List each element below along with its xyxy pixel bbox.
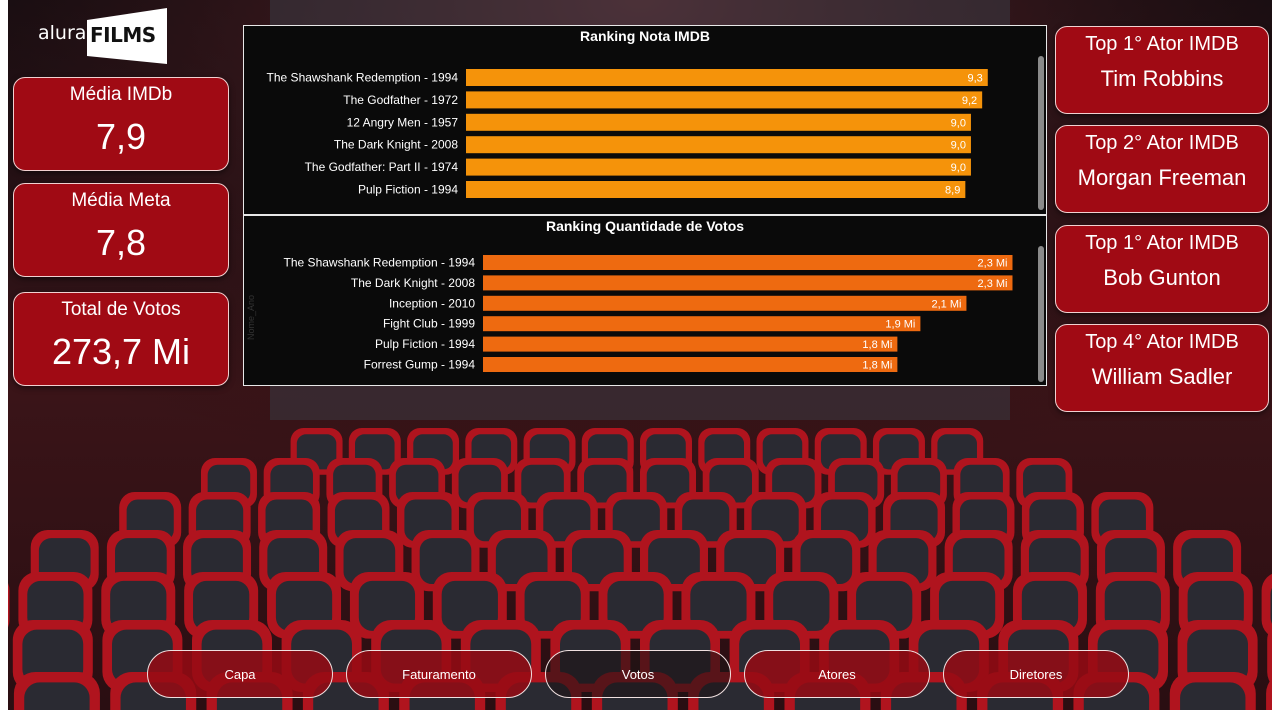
actor-card-1: Top 1° Ator IMDB Tim Robbins [1055,26,1269,114]
category-label: Forrest Gump - 1994 [364,358,476,372]
category-label: The Godfather - 1972 [343,93,458,107]
actor-rank-label: Top 1° Ator IMDB [1085,33,1239,55]
bar[interactable] [466,69,988,86]
category-label: 12 Angry Men - 1957 [347,115,459,129]
data-label: 2,3 Mi [978,258,1008,270]
actor-name: Tim Robbins [1100,66,1224,91]
logo-name: FILMS [90,23,156,47]
logo-prefix: alura [38,22,87,44]
bar[interactable] [466,181,966,198]
bar[interactable] [466,136,971,154]
data-label: 1,8 Mi [862,360,892,372]
kpi-label: Média Meta [71,190,171,211]
actor-rank-label: Top 1° Ator IMDB [1085,232,1239,254]
data-label: 9,0 [951,140,966,152]
data-label: 9,2 [962,95,977,107]
actor-card-2: Top 2° Ator IMDB Morgan Freeman [1055,125,1269,213]
dashboard-canvas: alura FILMS Média IMDb 7,9 Média Meta 7,… [8,0,1272,710]
kpi-label: Total de Votos [61,299,181,320]
category-label: Fight Club - 1999 [383,317,475,331]
category-label: Pulp Fiction - 1994 [358,183,458,197]
data-label: 1,8 Mi [862,339,892,351]
data-label: 9,0 [951,162,966,174]
actor-name: Morgan Freeman [1077,165,1247,190]
chart-panel-ranking-votos: Ranking Quantidade de Votos Nome_Ano The… [243,215,1047,386]
data-label: 1,9 Mi [885,319,915,331]
chart-panel-ranking-imdb: Ranking Nota IMDB The Shawshank Redempti… [243,25,1047,215]
actor-card-4: Top 4° Ator IMDB William Sadler [1055,324,1269,412]
nav-button-diretores[interactable]: Diretores [943,650,1129,698]
actor-name: William Sadler [1091,364,1233,389]
kpi-value: 273,7 Mi [51,331,191,372]
bar[interactable] [483,275,1013,291]
kpi-value: 7,9 [95,116,147,157]
category-label: The Godfather: Part II - 1974 [305,160,459,174]
bar[interactable] [466,113,971,131]
bar[interactable] [483,336,898,352]
nav-button-capa[interactable]: Capa [147,650,333,698]
seat-icon [1169,672,1256,710]
nav-button-atores[interactable]: Atores [744,650,930,698]
actor-name: Bob Gunton [1103,265,1221,290]
category-label: The Shawshank Redemption - 1994 [267,71,459,85]
kpi-card-media-imdb: Média IMDb 7,9 [13,77,229,171]
category-label: Inception - 2010 [389,296,475,310]
data-label: 2,3 Mi [978,278,1008,290]
actor-rank-label: Top 2° Ator IMDB [1085,132,1239,154]
seat-icon [13,672,100,710]
bar[interactable] [466,91,983,109]
nav-button-votos[interactable]: Votos [545,650,731,698]
kpi-card-total-votos: Total de Votos 273,7 Mi [13,292,229,386]
bar[interactable] [483,316,921,332]
kpi-value: 7,8 [95,222,147,263]
kpi-card-media-meta: Média Meta 7,8 [13,183,229,277]
category-label: The Dark Knight - 2008 [334,138,458,152]
data-label: 2,1 Mi [931,298,961,310]
category-label: The Dark Knight - 2008 [351,276,475,290]
kpi-label: Média IMDb [69,84,173,105]
imdb-bar-chart: The Shawshank Redemption - 1994 9,3 The Go… [267,69,988,198]
data-label: 9,0 [951,117,966,129]
actor-card-3: Top 1° Ator IMDB Bob Gunton [1055,225,1269,313]
bar[interactable] [483,357,898,372]
actor-rank-label: Top 4° Ator IMDB [1085,331,1239,353]
votes-bar-chart: The Shawshank Redemption - 1994 2,3 Mi The… [284,255,1013,372]
data-label: 9,3 [967,73,982,85]
bar[interactable] [483,255,1013,270]
data-label: 8,9 [945,185,960,197]
category-label: Pulp Fiction - 1994 [375,337,475,351]
bar[interactable] [483,295,967,311]
category-label: The Shawshank Redemption - 1994 [284,256,476,270]
nav-button-faturamento[interactable]: Faturamento [346,650,532,698]
bar[interactable] [466,158,971,176]
